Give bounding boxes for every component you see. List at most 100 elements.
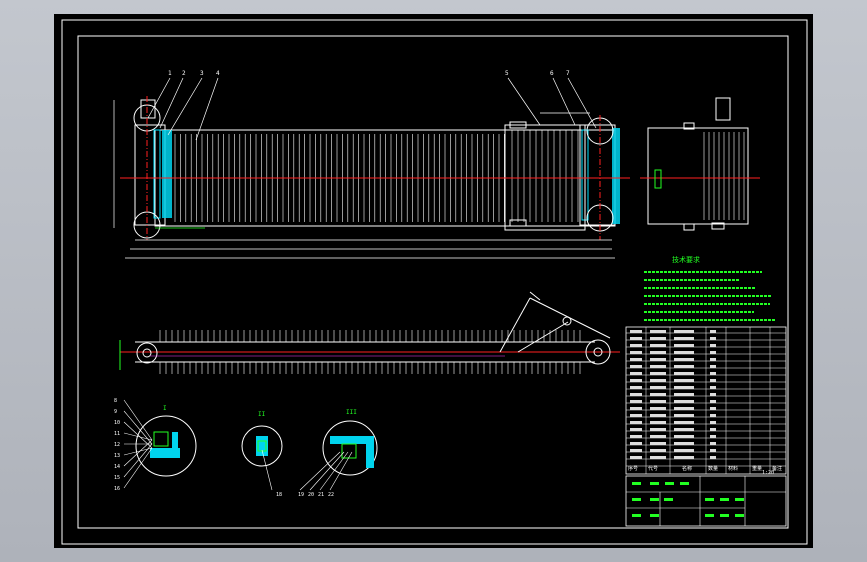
bom-cell-text — [710, 330, 716, 333]
side-base-bottom — [683, 223, 695, 231]
leader-7 — [567, 77, 597, 129]
bom-cell-text — [710, 421, 716, 424]
bom-cell-text — [630, 344, 642, 347]
detail-III-cyan2 — [366, 440, 374, 468]
bom-cell-text — [650, 330, 666, 333]
bom-cell-text — [650, 372, 666, 375]
detail-callout: 20 — [308, 492, 314, 498]
bom-cell-text — [674, 421, 694, 424]
side-slats — [703, 132, 745, 220]
bom-h-qty: 数量 — [708, 465, 718, 472]
bom-cell-text — [630, 435, 642, 438]
side-green-marker — [654, 169, 662, 189]
bom-cell-text — [630, 358, 642, 361]
bom-h-no: 序号 — [628, 465, 638, 472]
bom-cell-text — [674, 372, 694, 375]
left-guard — [162, 130, 172, 218]
tech-req-title: 技术要求 — [672, 255, 700, 264]
bom-cell-text — [650, 442, 666, 445]
bom-h-code: 代号 — [648, 465, 658, 472]
detail-callout: 8 — [114, 398, 117, 404]
bom-cell-text — [630, 428, 642, 431]
bom-cell-text — [710, 358, 716, 361]
bom-cell-text — [710, 393, 716, 396]
detail-I-green — [153, 431, 169, 447]
title-block-marks — [632, 482, 744, 517]
top-callout-6: 6 — [550, 70, 554, 77]
support-leg-1 — [499, 297, 531, 353]
head-pulley-hub — [142, 348, 152, 358]
title-block-text — [705, 498, 714, 501]
bom-cell-text — [674, 386, 694, 389]
detail-callout: 9 — [114, 409, 117, 415]
belt-slats — [174, 130, 579, 222]
bom-cell-text — [650, 456, 666, 459]
bom-cell-text — [630, 372, 642, 375]
bom-cell-text — [650, 358, 666, 361]
bom-cell-text — [650, 400, 666, 403]
bom-cell-text — [674, 379, 694, 382]
bom-cell-text — [630, 386, 642, 389]
title-block-text — [650, 482, 659, 485]
detail-callout: 10 — [114, 420, 120, 426]
title-block-text — [650, 498, 659, 501]
bom-cell-text — [710, 386, 716, 389]
bom-cell-text — [650, 351, 666, 354]
detail-callout: 21 — [318, 492, 324, 498]
bom-h-mat: 材料 — [728, 465, 738, 472]
conveyor-drawing: 1 2 3 4 5 6 7 技术要求 I II III 891011121314… — [61, 19, 808, 545]
bom-cell-text — [650, 365, 666, 368]
title-block-text — [650, 514, 659, 517]
bom-cell-text — [674, 337, 694, 340]
detail-callout: 14 — [114, 464, 120, 470]
tech-requirements: 技术要求 — [644, 255, 776, 321]
bom-cell-text — [650, 393, 666, 396]
bom-cell-text — [710, 379, 716, 382]
bom-cell-text — [630, 393, 642, 396]
bom-cell-text — [674, 407, 694, 410]
top-callout-1: 1 — [168, 70, 172, 77]
title-block-text — [632, 498, 641, 501]
title-block-text — [720, 498, 729, 501]
bom-cell-text — [674, 344, 694, 347]
bom-cell-text — [674, 330, 694, 333]
bom-cell-text — [710, 449, 716, 452]
top-view: 1 2 3 4 5 6 7 — [113, 70, 630, 259]
bom-cell-text — [630, 330, 642, 333]
detail-III-green — [341, 443, 357, 459]
bom-cell-text — [630, 421, 642, 424]
bom-cell-text — [630, 365, 642, 368]
bom-cell-text — [650, 435, 666, 438]
detail-callout: 12 — [114, 442, 120, 448]
bom-cell-text — [710, 337, 716, 340]
bom-cell-text — [630, 414, 642, 417]
title-block-text — [632, 482, 641, 485]
detail-callout: 13 — [114, 453, 120, 459]
tech-req-lines — [644, 271, 776, 321]
bom-cell-text — [650, 428, 666, 431]
head-pulley — [136, 342, 158, 364]
bom-cell-text — [630, 456, 642, 459]
elevation-view — [119, 291, 620, 374]
bom-cell-text — [630, 400, 642, 403]
detail-callout: 15 — [114, 475, 120, 481]
bom-cell-text — [710, 428, 716, 431]
bom-cell-text — [674, 428, 694, 431]
bom-cell-text — [674, 456, 694, 459]
top-callout-7: 7 — [566, 70, 570, 77]
bom-cell-text — [710, 456, 716, 459]
bom-cell-text — [650, 379, 666, 382]
cad-viewport[interactable]: 1 2 3 4 5 6 7 技术要求 I II III 8 9 10 11 12… — [0, 0, 867, 562]
title-block-text — [680, 482, 689, 485]
bom-cell-text — [710, 414, 716, 417]
detail-leader — [123, 443, 153, 478]
title-block-text — [735, 498, 744, 501]
inner-border — [77, 35, 789, 529]
detail-I-cyan2 — [172, 432, 178, 450]
bom-cell-text — [650, 407, 666, 410]
detail-callout: 11 — [114, 431, 120, 437]
detail-II-label: II — [258, 411, 266, 418]
top-callout-5: 5 — [505, 70, 509, 77]
bom-cell-text — [630, 442, 642, 445]
bom-cell-text — [630, 407, 642, 410]
